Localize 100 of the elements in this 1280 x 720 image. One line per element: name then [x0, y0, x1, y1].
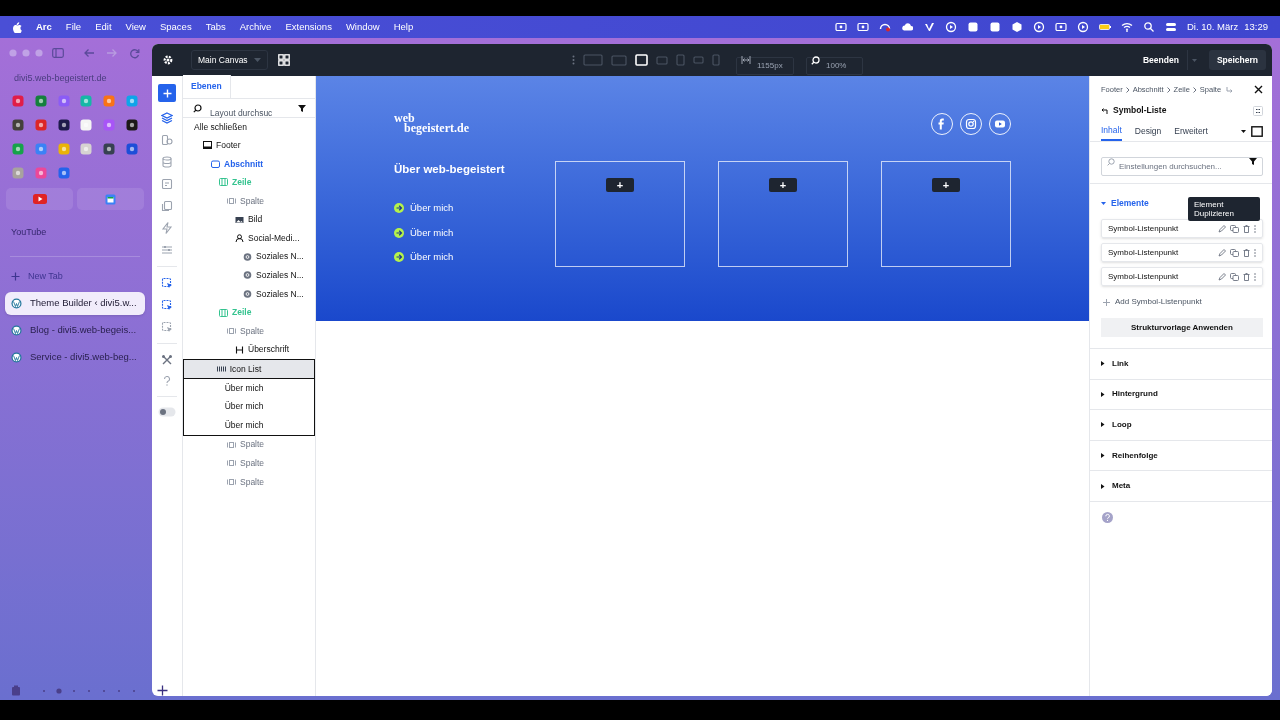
settings-tab[interactable]: Inhalt [1101, 122, 1122, 141]
lightning-icon[interactable] [161, 222, 173, 234]
layer-item[interactable]: Überschrift [183, 340, 315, 360]
search-icon[interactable] [1143, 21, 1155, 33]
favorite-site-icon[interactable] [103, 143, 115, 155]
gauge-icon[interactable] [879, 21, 891, 33]
favorite-site-icon[interactable] [80, 119, 93, 131]
menu-item[interactable]: Extensions [285, 19, 332, 35]
menu-item[interactable]: Window [345, 19, 380, 35]
reload-icon[interactable] [129, 47, 140, 59]
cursor-select-icon[interactable] [161, 277, 173, 289]
space-dot-icon[interactable] [71, 687, 77, 694]
v-logo-icon[interactable] [923, 21, 935, 33]
add-item-button[interactable]: Add Symbol-Listenpunkt [1115, 296, 1202, 308]
pages-icon[interactable] [161, 134, 173, 146]
layer-item[interactable]: Spalte [183, 472, 315, 492]
menu-item[interactable]: Tabs [205, 19, 226, 35]
list-item-link[interactable]: Über mich [410, 201, 454, 216]
accordion-header[interactable]: Elemente [1101, 192, 1149, 214]
settings-tab[interactable]: Design [1134, 122, 1162, 141]
facebook-icon[interactable] [931, 113, 953, 135]
grid-icon[interactable] [278, 54, 290, 66]
browser-tab[interactable]: Service - divi5.web-beg... [5, 345, 145, 369]
app-icon[interactable] [989, 21, 1001, 33]
layer-item[interactable]: Soziales N... [183, 284, 315, 304]
add-module-button[interactable]: + [932, 178, 960, 192]
wifi-icon[interactable] [1121, 21, 1133, 33]
tools-icon[interactable] [161, 354, 173, 366]
archive-icon[interactable] [11, 685, 21, 696]
list-item-row[interactable]: Symbol-Listenpunkt [1101, 267, 1263, 286]
preview-frame-icon[interactable] [1251, 125, 1263, 137]
space-dot-icon[interactable] [56, 687, 62, 694]
menubar-date[interactable]: Di. 10. März [1187, 19, 1239, 35]
browser-tab[interactable]: Blog - divi5.web-begeis... [5, 318, 145, 342]
zoom-field[interactable]: 100% [806, 56, 863, 75]
sidebar-toggle-icon[interactable] [52, 48, 64, 58]
filter-icon[interactable] [298, 105, 306, 112]
layer-item[interactable]: Spalte [183, 454, 315, 473]
canvas-select[interactable]: Main Canvas [191, 50, 268, 70]
help-icon[interactable] [1102, 511, 1113, 523]
trash-icon[interactable] [1243, 272, 1250, 281]
pencil-icon[interactable] [1218, 224, 1226, 233]
help-icon[interactable] [163, 376, 171, 386]
exit-button[interactable]: Beenden [1135, 50, 1187, 70]
instagram-icon[interactable] [960, 113, 982, 135]
menu-item[interactable]: View [125, 19, 146, 35]
add-button[interactable] [158, 84, 176, 102]
battery-icon[interactable] [1099, 21, 1111, 33]
pencil-icon[interactable] [1218, 272, 1226, 281]
back-arrow-icon[interactable] [83, 48, 95, 58]
caret-icon[interactable] [1241, 129, 1246, 133]
settings-tab[interactable]: Erweitert [1174, 122, 1208, 141]
expand-icon[interactable] [1253, 105, 1263, 116]
duplicate-icon[interactable] [1230, 272, 1239, 281]
layer-item[interactable]: Abschnitt [183, 154, 315, 174]
app-icon[interactable] [967, 21, 979, 33]
copy-icon[interactable] [161, 200, 173, 212]
database-icon[interactable] [161, 156, 173, 168]
accordion-header[interactable]: Meta [1090, 471, 1272, 502]
favorite-site-icon[interactable] [57, 119, 70, 131]
duplicate-icon[interactable] [1230, 248, 1239, 257]
plus-icon[interactable] [11, 272, 20, 281]
cloud-icon[interactable] [901, 21, 913, 33]
more-icon[interactable] [572, 55, 575, 65]
space-dot-icon[interactable] [131, 687, 137, 694]
back-icon[interactable] [1101, 107, 1108, 114]
favorite-site-icon[interactable] [12, 119, 25, 131]
accordion-header[interactable]: Reihenfolge [1090, 440, 1272, 472]
list-item-link[interactable]: Über mich [410, 249, 454, 264]
toggle-switch-icon[interactable] [158, 407, 176, 417]
layer-item[interactable]: Footer [183, 136, 315, 155]
space-dot-icon[interactable] [101, 687, 107, 694]
settings-search-field[interactable]: Einstellungen durchsuchen... [1101, 157, 1263, 176]
apply-template-button[interactable]: Strukturvorlage Anwenden [1101, 318, 1263, 337]
trash-icon[interactable] [1243, 248, 1250, 257]
favorite-site-icon[interactable] [125, 143, 138, 155]
layer-item[interactable]: Über mich [184, 415, 314, 435]
menu-item[interactable]: Edit [95, 19, 112, 35]
space-dot-icon[interactable] [116, 687, 122, 694]
control-center-icon[interactable] [1165, 21, 1177, 33]
space-dot-icon[interactable] [41, 687, 47, 694]
layer-item[interactable]: Über mich [184, 397, 314, 416]
cursor-select-icon[interactable] [161, 299, 173, 311]
hexagon-icon[interactable] [1011, 21, 1023, 33]
favorite-site-icon[interactable] [80, 143, 93, 155]
list-item-row[interactable]: Symbol-Listenpunkt [1101, 243, 1263, 262]
menu-item[interactable]: Help [393, 19, 414, 35]
pinned-tab[interactable] [77, 188, 144, 210]
layer-item[interactable]: Spalte [183, 321, 315, 341]
template-icon[interactable] [161, 178, 173, 190]
layer-item[interactable]: Social-Medi... [183, 228, 315, 248]
add-module-button[interactable]: + [606, 178, 634, 192]
layer-item[interactable]: Spalte [183, 435, 315, 455]
layers-tab[interactable]: Ebenen [183, 75, 231, 98]
width-field[interactable]: 1155px [736, 56, 794, 75]
menu-item[interactable]: Archive [239, 19, 272, 35]
accordion-header[interactable]: Link [1090, 349, 1272, 380]
layer-item[interactable]: Soziales N... [183, 247, 315, 267]
play-icon[interactable] [1033, 21, 1045, 33]
apple-logo-icon[interactable] [12, 21, 22, 33]
